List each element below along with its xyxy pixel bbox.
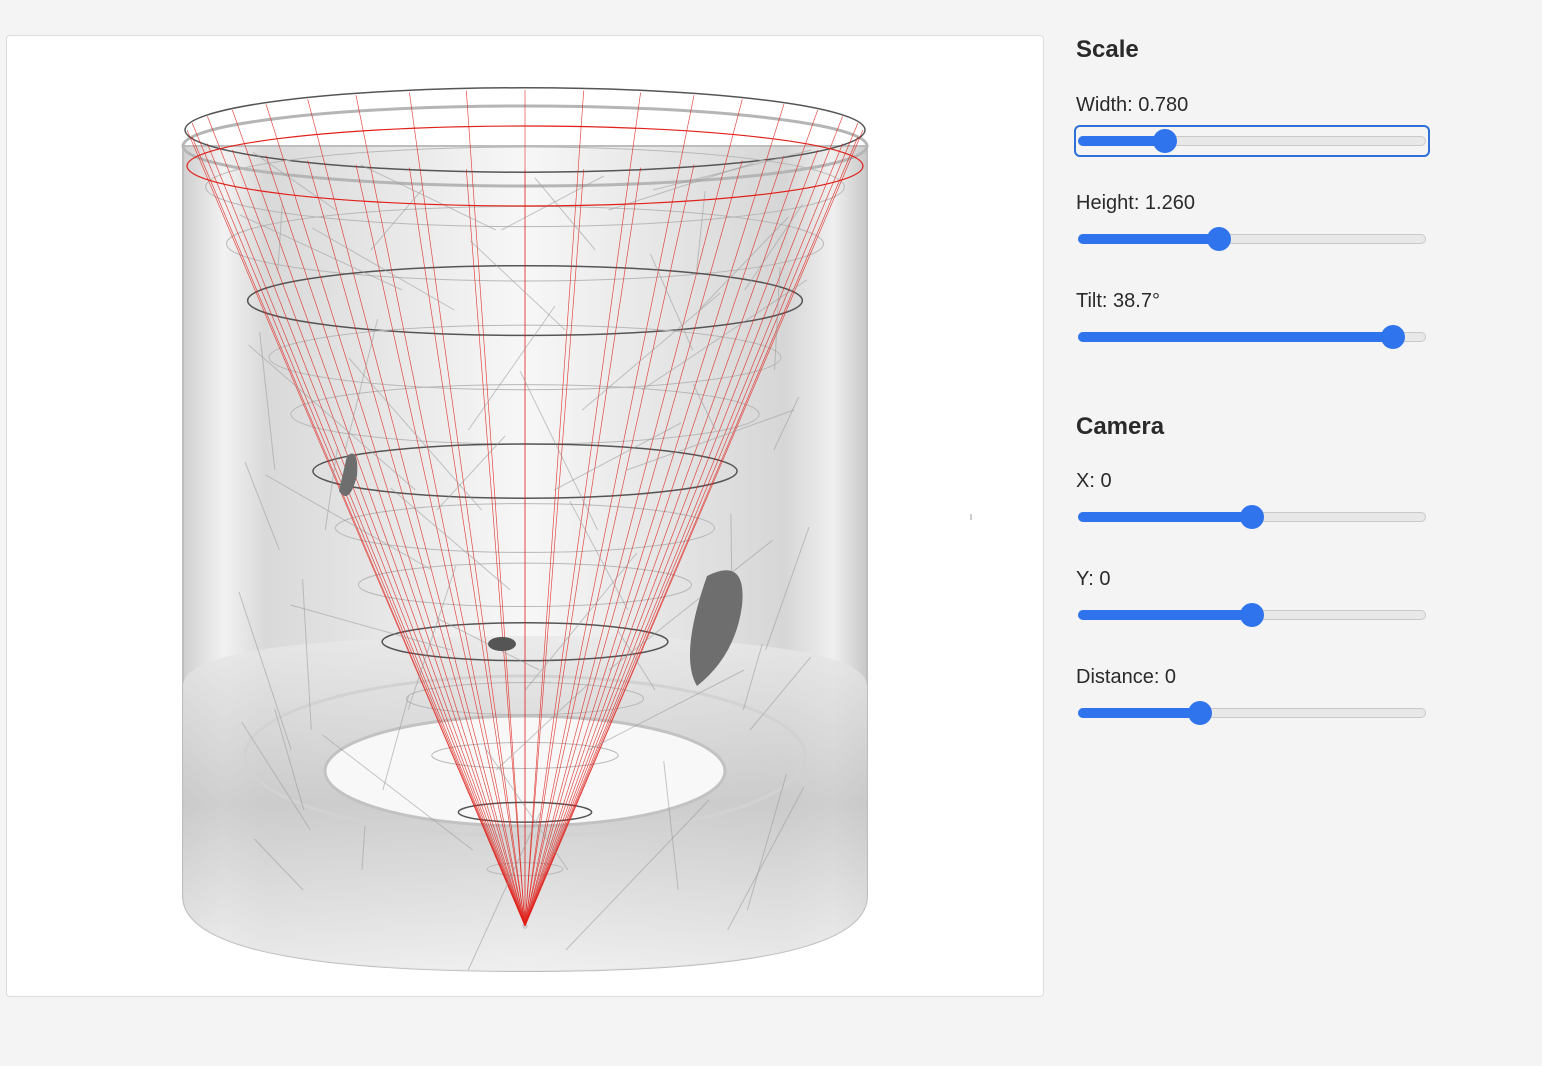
height-label: Height: 1.260 [1076, 192, 1195, 214]
camera-distance-slider[interactable] [1076, 699, 1428, 727]
scale-section-title: Scale [1076, 36, 1139, 63]
camera-distance-control: Distance: 0 [1076, 666, 1428, 727]
camera-distance-slider-thumb[interactable] [1187, 701, 1212, 725]
camera-x-slider[interactable] [1076, 503, 1428, 531]
width-slider[interactable] [1074, 125, 1430, 157]
camera-y-label: Y: 0 [1076, 568, 1111, 590]
width-slider-thumb[interactable] [1153, 129, 1177, 153]
camera-y-slider[interactable] [1076, 601, 1428, 629]
tilt-slider-thumb[interactable] [1380, 325, 1405, 349]
camera-distance-label: Distance: 0 [1076, 666, 1177, 688]
3d-preview-canvas[interactable] [6, 35, 1044, 997]
camera-section-title: Camera [1076, 413, 1165, 440]
tilt-label: Tilt: 38.7° [1076, 290, 1160, 312]
camera-x-slider-thumb[interactable] [1240, 505, 1264, 529]
width-control: Width: 0.780 [1074, 94, 1430, 157]
camera-y-slider-thumb[interactable] [1240, 603, 1264, 627]
tilt-slider[interactable] [1076, 323, 1428, 351]
height-slider-thumb[interactable] [1206, 227, 1231, 251]
glass-with-map-wireframe [181, 87, 972, 973]
width-label: Width: 0.780 [1076, 94, 1189, 116]
camera-y-control: Y: 0 [1076, 568, 1428, 629]
height-control: Height: 1.260 [1076, 192, 1428, 253]
page-heading-clipped [0, 0, 400, 2]
camera-x-label: X: 0 [1076, 470, 1112, 492]
camera-x-control: X: 0 [1076, 470, 1428, 531]
tilt-control: Tilt: 38.7° [1076, 290, 1428, 351]
height-slider[interactable] [1076, 225, 1428, 253]
